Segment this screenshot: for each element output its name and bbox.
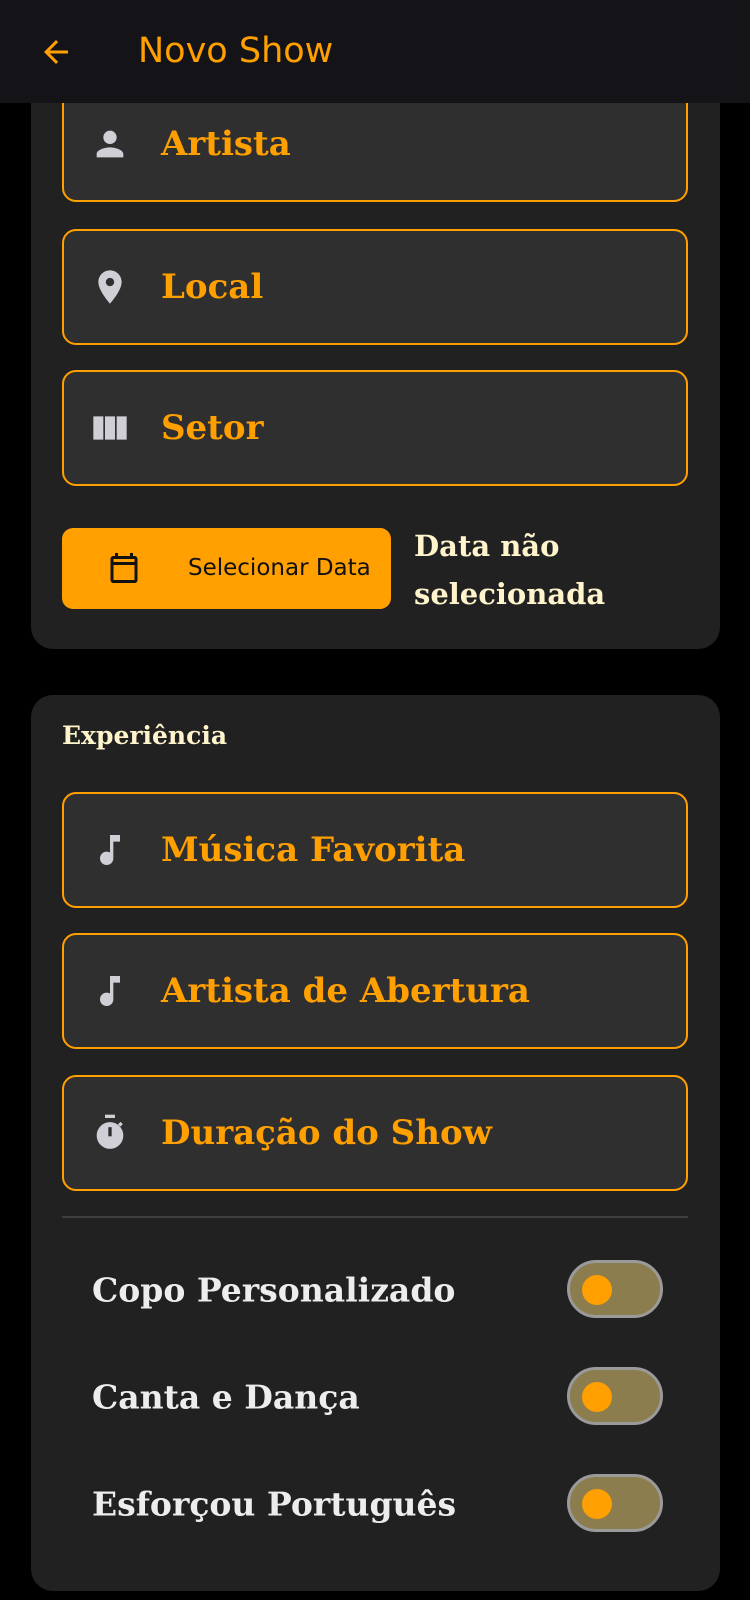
artist-field[interactable]: Artista: [62, 86, 688, 202]
music-note-icon: [90, 971, 130, 1011]
location-field[interactable]: Local: [62, 229, 688, 345]
location-field-label: Local: [161, 267, 264, 307]
show-info-card: Artista Local Setor Selecionar Data Data…: [31, 60, 720, 649]
favorite-song-field-label: Música Favorita: [161, 830, 466, 870]
toggle-label: Canta e Dança: [92, 1377, 360, 1417]
esforcou-portugues-switch[interactable]: [567, 1474, 663, 1532]
app-bar: Novo Show: [0, 0, 750, 103]
switch-knob: [582, 1275, 612, 1305]
date-status-text: Data não selecionada: [414, 529, 606, 611]
opening-artist-field[interactable]: Artista de Abertura: [62, 933, 688, 1049]
experience-card: Experiência Música Favorita Artista de A…: [31, 695, 720, 1591]
switch-knob: [582, 1489, 612, 1519]
switch-knob: [582, 1382, 612, 1412]
arrow-back-icon: [44, 40, 68, 64]
favorite-song-field[interactable]: Música Favorita: [62, 792, 688, 908]
canta-e-danca-switch[interactable]: [567, 1367, 663, 1425]
location-pin-icon: [90, 267, 130, 307]
divider: [62, 1216, 688, 1218]
sector-field[interactable]: Setor: [62, 370, 688, 486]
sector-field-label: Setor: [161, 408, 264, 448]
show-duration-field-label: Duração do Show: [161, 1113, 492, 1153]
select-date-button[interactable]: Selecionar Data: [62, 528, 391, 609]
artist-field-label: Artista: [161, 124, 291, 164]
toggle-row-copo-personalizado: Copo Personalizado: [62, 1255, 688, 1325]
toggle-label: Esforçou Português: [92, 1484, 457, 1524]
opening-artist-field-label: Artista de Abertura: [161, 971, 530, 1011]
person-icon: [90, 124, 130, 164]
show-duration-field[interactable]: Duração do Show: [62, 1075, 688, 1191]
view-column-icon: [90, 408, 130, 448]
music-note-icon: [90, 830, 130, 870]
toggle-label: Copo Personalizado: [92, 1270, 456, 1310]
toggle-row-esforcou-portugues: Esforçou Português: [62, 1469, 688, 1539]
copo-personalizado-switch[interactable]: [567, 1260, 663, 1318]
page-title: Novo Show: [138, 31, 334, 71]
toggle-row-canta-e-danca: Canta e Dança: [62, 1362, 688, 1432]
section-title: Experiência: [62, 721, 228, 750]
timer-icon: [90, 1113, 130, 1153]
select-date-button-label: Selecionar Data: [188, 555, 371, 581]
back-button[interactable]: [28, 24, 84, 80]
calendar-icon: [110, 553, 138, 583]
